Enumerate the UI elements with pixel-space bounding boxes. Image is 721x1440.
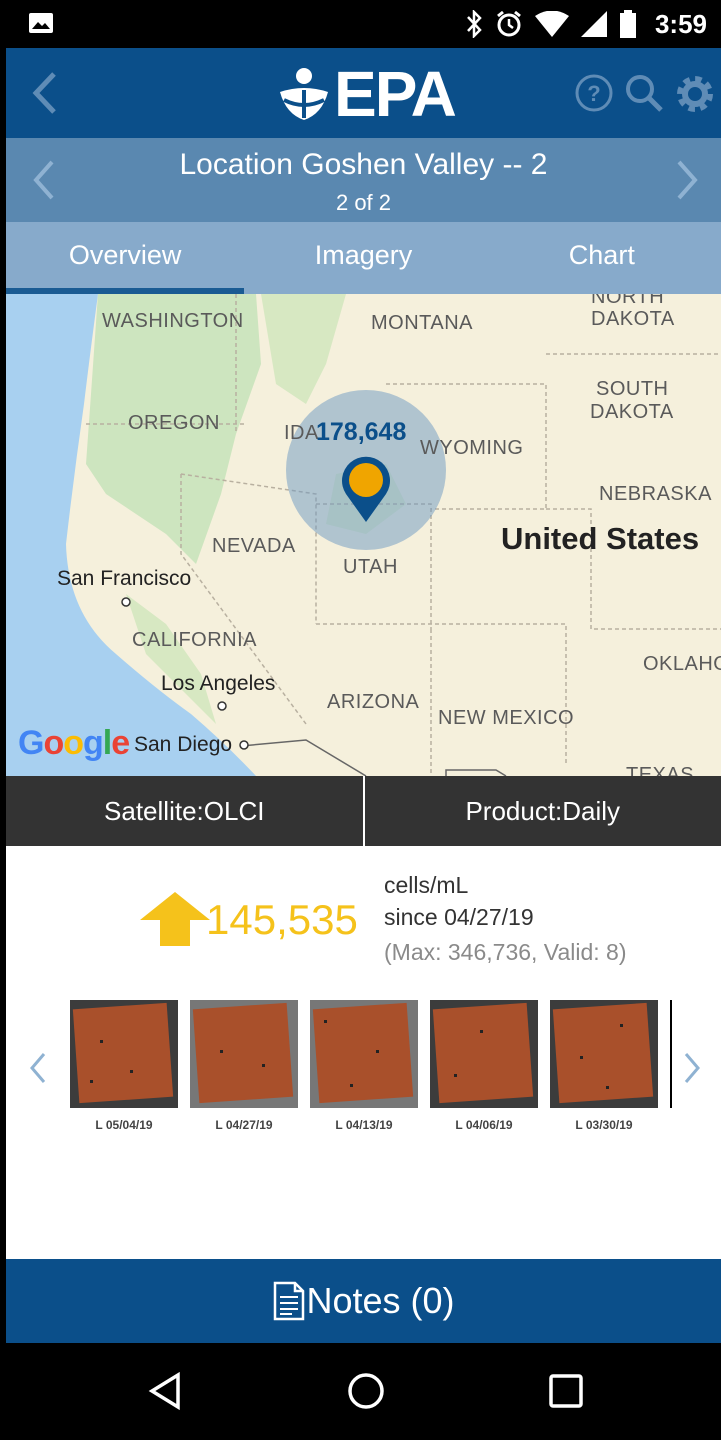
- bluetooth-icon: [467, 10, 482, 38]
- thumbnail-date: L 04/27/19: [215, 1118, 273, 1132]
- map-label-north-dakota-2: DAKOTA: [591, 308, 675, 330]
- tab-imagery[interactable]: Imagery: [244, 222, 482, 294]
- back-arrow-icon[interactable]: [24, 68, 64, 118]
- help-icon[interactable]: ?: [573, 72, 615, 114]
- product-selector[interactable]: Product:Daily: [365, 776, 721, 846]
- map-label-utah: UTAH: [343, 556, 398, 578]
- thumbnail-date: L 03/30/19: [575, 1118, 633, 1132]
- thumbnail-image[interactable]: [550, 1000, 658, 1108]
- map-label-california: CALIFORNIA: [132, 629, 258, 651]
- notes-button[interactable]: Notes (0): [6, 1259, 721, 1343]
- map-label-san-diego: San Diego: [134, 733, 233, 756]
- thumbnail-date: L 05/04/19: [95, 1118, 153, 1132]
- location-position: 2 of 2: [335, 190, 392, 215]
- notes-document-icon: [274, 1281, 305, 1321]
- image-icon: [29, 13, 53, 33]
- next-thumbnail-edge: [670, 1000, 672, 1108]
- app-screen: 3:59 EPA ? Location Goshen Valley -- 2 2…: [6, 0, 721, 1440]
- nav-back-icon[interactable]: [146, 1371, 186, 1411]
- settings-gear-icon[interactable]: [673, 72, 717, 116]
- alarm-icon: [497, 10, 521, 37]
- map-label-oklahoma: OKLAHO: [643, 653, 721, 675]
- map-label-wyoming: WYOMING: [420, 437, 524, 459]
- map-label-san-francisco: San Francisco: [57, 567, 192, 590]
- product-value: Daily: [562, 796, 621, 826]
- map-label-oregon: OREGON: [128, 412, 220, 434]
- app-header: EPA ?: [6, 48, 721, 138]
- epa-logo: EPA: [274, 58, 457, 130]
- map-label-nebraska: NEBRASKA: [599, 483, 712, 505]
- map-label-north-dakota-1: NORTH: [591, 294, 665, 308]
- map-label-texas: TEXAS: [626, 764, 695, 776]
- header-actions: ?: [573, 72, 717, 116]
- tab-bar: Overview Imagery Chart: [6, 222, 721, 294]
- map-label-new-mexico: NEW MEXICO: [438, 707, 575, 729]
- map-cluster-count[interactable]: 178,648: [316, 418, 406, 447]
- signal-icon: [580, 11, 607, 37]
- tab-overview[interactable]: Overview: [6, 222, 245, 294]
- thumbnail-date: L 04/06/19: [455, 1118, 513, 1132]
- wifi-icon: [534, 11, 569, 37]
- thumbnail-image[interactable]: [70, 1000, 178, 1108]
- map-label-idaho: IDA: [284, 422, 319, 444]
- map-label-south-dakota-1: SOUTH: [596, 378, 669, 400]
- map-label-los-angeles: Los Angeles: [161, 672, 276, 695]
- next-location-icon[interactable]: [673, 156, 703, 204]
- location-title: Location Goshen Valley -- 2: [179, 148, 548, 181]
- thumbnail-image[interactable]: [430, 1000, 538, 1108]
- thumbnail-date: L 04/13/19: [335, 1118, 393, 1132]
- android-navigation-bar: [6, 1343, 721, 1440]
- logo-text: EPA: [334, 58, 457, 130]
- satellite-label: Satellite:: [104, 796, 204, 826]
- satellite-product-bar: Satellite:OLCI Product:Daily: [6, 776, 721, 846]
- tab-chart[interactable]: Chart: [483, 222, 721, 294]
- thumbnail-image[interactable]: [310, 1000, 418, 1108]
- map-label-washington: WASHINGTON: [102, 310, 244, 332]
- cell-count-summary: 145,535 cells/mL since 04/27/19 (Max: 34…: [6, 846, 721, 981]
- map-label-nevada: NEVADA: [212, 535, 296, 557]
- epa-flower-icon: [280, 68, 328, 120]
- nav-recents-icon[interactable]: [546, 1371, 586, 1411]
- max-valid-text: (Max: 346,736, Valid: 8): [384, 939, 627, 965]
- status-bar: 3:59: [6, 0, 721, 48]
- thumbnails-next-icon[interactable]: [680, 1050, 704, 1086]
- map-label-south-dakota-2: DAKOTA: [590, 401, 674, 423]
- satellite-selector[interactable]: Satellite:OLCI: [6, 776, 363, 846]
- google-attribution: Google: [18, 724, 130, 762]
- cell-count-value: 145,535: [206, 896, 358, 943]
- thumbnails-prev-icon[interactable]: [26, 1050, 50, 1086]
- map-label-arizona: ARIZONA: [327, 691, 420, 713]
- map-label-united-states: United States: [501, 521, 700, 556]
- map-label-montana: MONTANA: [371, 312, 474, 334]
- battery-icon: [619, 10, 636, 38]
- notes-label: Notes (0): [306, 1280, 455, 1321]
- svg-text:?: ?: [587, 81, 600, 106]
- trend-up-arrow-icon: [140, 892, 210, 946]
- status-icons: 3:59: [465, 0, 707, 48]
- thumbnail-image[interactable]: [190, 1000, 298, 1108]
- satellite-value: OLCI: [203, 796, 265, 826]
- since-date: since 04/27/19: [384, 904, 534, 930]
- product-label: Product:: [465, 796, 563, 826]
- imagery-thumbnails: L 05/04/19 L 04/27/19 L 04/13/19 L 04/06…: [6, 1000, 721, 1140]
- nav-home-icon[interactable]: [346, 1371, 386, 1411]
- clock: 3:59: [654, 8, 707, 39]
- search-icon[interactable]: [623, 72, 665, 114]
- cell-count-unit: cells/mL: [384, 872, 469, 898]
- map-view[interactable]: NORTH DAKOTA WASHINGTON MONTANA SOUTH DA…: [6, 294, 721, 776]
- location-header: Location Goshen Valley -- 2 2 of 2: [6, 138, 721, 222]
